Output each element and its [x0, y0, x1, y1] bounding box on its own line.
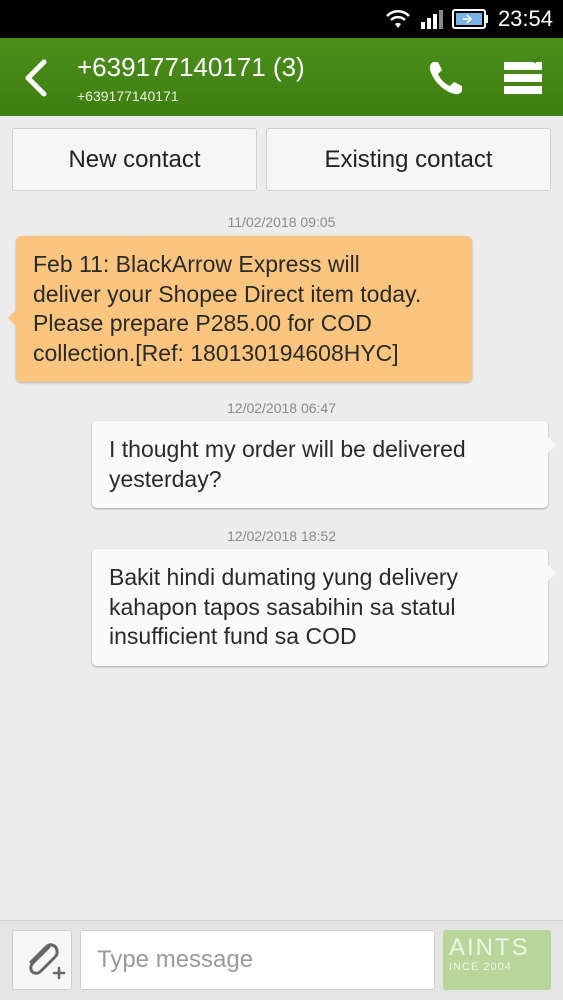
back-button[interactable] — [18, 56, 58, 100]
incoming-message-bubble[interactable]: Feb 11: BlackArrow Express will deliver … — [8, 236, 472, 382]
battery-icon — [452, 9, 488, 29]
send-button[interactable]: AINTS INCE 2004 — [443, 930, 551, 990]
composer-bar: AINTS INCE 2004 — [0, 920, 563, 1000]
message-line: kahapon tapos sasabihin sa statul — [109, 593, 456, 620]
status-time: 23:54 — [497, 6, 553, 31]
phone-icon — [429, 62, 462, 95]
message-line: Please prepare P285.00 for COD — [33, 310, 372, 336]
watermark-line: INCE 2004 — [449, 961, 512, 973]
message-timestamp: 12/02/2018 18:52 — [227, 528, 336, 544]
existing-contact-button[interactable]: Existing contact — [266, 128, 551, 191]
outgoing-message-bubble[interactable]: Bakit hindi dumating yung delivery kahap… — [92, 549, 556, 666]
outgoing-message-bubble[interactable]: I thought my order will be delivered yes… — [92, 421, 556, 508]
back-arrow-icon — [25, 59, 47, 97]
conversation-header: +639177140171 (3) +639177140171 — [0, 38, 563, 116]
status-bar: 23:54 — [0, 0, 563, 38]
new-contact-button[interactable]: New contact — [12, 128, 257, 191]
watermark: AINTS INCE 2004 — [449, 936, 530, 973]
message-line: Bakit hindi dumating yung delivery — [109, 564, 459, 590]
call-button[interactable] — [424, 56, 468, 100]
conversation-title: +639177140171 (3) — [77, 52, 305, 82]
message-line: collection.[Ref: 180130194608HYC] — [33, 339, 399, 366]
message-line: Feb 11: BlackArrow Express will — [33, 251, 360, 277]
message-line: insufficient fund sa COD — [109, 623, 357, 649]
watermark-line: AINTS — [449, 934, 530, 961]
message-line: I thought my order will be delivered — [109, 436, 466, 462]
paperclip-icon — [29, 943, 66, 980]
message-line: yesterday? — [109, 465, 222, 492]
menu-button[interactable] — [502, 55, 546, 100]
message-line: deliver your Shopee Direct item today. — [33, 280, 422, 307]
signal-icon — [421, 10, 443, 29]
message-timestamp: 11/02/2018 09:05 — [227, 214, 336, 230]
conversation-subtitle: +639177140171 — [77, 88, 179, 104]
wifi-icon — [386, 9, 410, 28]
message-input[interactable] — [80, 930, 435, 990]
message-timestamp: 12/02/2018 06:47 — [227, 400, 336, 416]
attach-button[interactable] — [12, 930, 72, 990]
menu-icon — [504, 55, 542, 94]
